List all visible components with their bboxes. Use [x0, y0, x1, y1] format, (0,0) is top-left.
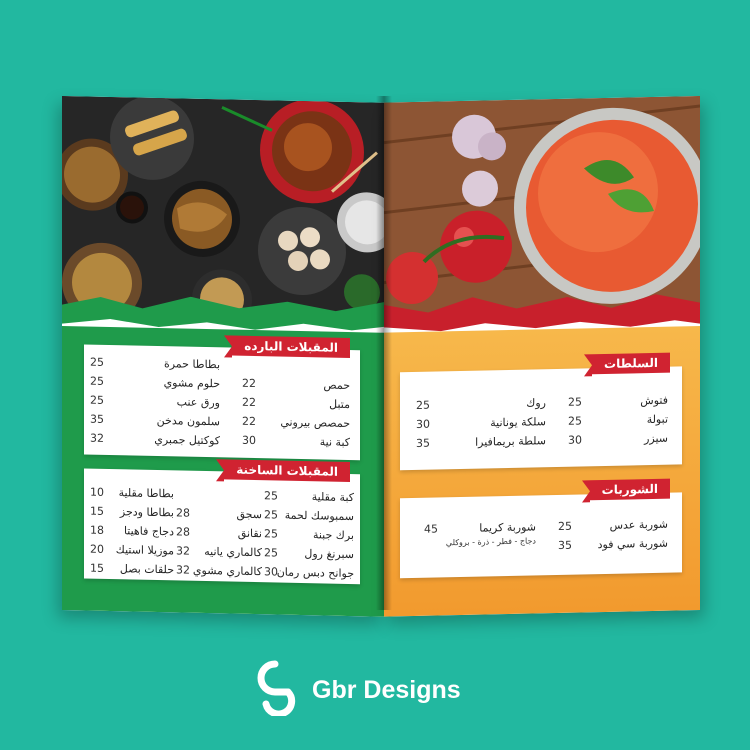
- menu-item: بطاطا مقلية 10: [90, 485, 174, 501]
- cold-appetizers-title: المقبلات البارده: [232, 335, 350, 359]
- soups-title: الشوربات: [589, 478, 670, 501]
- menu-item: شوربة كريما 45: [424, 520, 536, 536]
- menu-item: [176, 484, 262, 505]
- menu-item: سمبوسك لحمة 25: [264, 508, 354, 524]
- menu-item: حمصص بيروني 22: [242, 414, 350, 431]
- cold-appetizers-col1: حمص 22 متبل 22 حمصص بيروني 22 كبة نية 30: [242, 374, 350, 452]
- soup-options-note: دجاج - فطر - ذرة - بروكلي: [445, 536, 536, 548]
- menu-book: المقبلات البارده حمص 22 متبل 22 حمصص بيرون…: [62, 96, 700, 617]
- menu-item: كالماري يانيه 32: [176, 544, 262, 560]
- menu-item: شوربة عدس 25: [558, 517, 668, 533]
- menu-item: جوانح دبس رمان 30: [264, 565, 354, 581]
- menu-item: كالماري مشوي 32: [176, 563, 262, 579]
- menu-item: تبولة 25: [568, 412, 668, 428]
- soups-col2: شوربة كريما 45 دجاج - فطر - ذرة - بروكلي: [424, 517, 536, 547]
- food-photo-right: [384, 96, 700, 325]
- brand-name: Gbr Designs: [312, 676, 461, 704]
- hot-appetizers-card: المقبلات الساخنة كبة مقلية 25 سمبوسك لحمة…: [84, 459, 360, 585]
- menu-item: سبرنغ رول 25: [264, 546, 354, 562]
- menu-item: كبة نية 30: [242, 433, 350, 450]
- menu-item: حمص 22: [242, 376, 350, 393]
- asian-dishes-illustration: [62, 96, 384, 325]
- food-photo-left: [62, 96, 384, 325]
- gbr-logo-icon: [257, 660, 296, 716]
- menu-item: موزيلا استيك 20: [90, 542, 174, 558]
- menu-item: سجق 28: [176, 506, 262, 522]
- menu-item: برك جبنة 25: [264, 527, 354, 543]
- left-page: المقبلات البارده حمص 22 متبل 22 حمصص بيرون…: [62, 96, 384, 617]
- hot-appetizers-col3: بطاطا مقلية 10 بطاطا ودجز 15 دجاج فاهيتا 18…: [90, 483, 174, 580]
- menu-item: حلقات بصل 15: [90, 561, 174, 577]
- cold-appetizers-col2: بطاطا حمرة 25 حلوم مشوي 25 ورق عنب 25 سلمون…: [90, 353, 220, 451]
- menu-item: كوكتيل جمبري 32: [90, 431, 220, 448]
- salads-col1: فتوش 25 تبولة 25 سيزر 30: [568, 391, 668, 450]
- menu-item: سلطة بريمافيرا 35: [416, 434, 546, 450]
- tomato-soup-illustration: [384, 96, 700, 325]
- menu-item: فتوش 25: [568, 393, 668, 409]
- salads-col2: روك 25 سلكة يونانية 30 سلطة بريمافيرا 35: [416, 393, 546, 453]
- cold-appetizers-card: المقبلات البارده حمص 22 متبل 22 حمصص بيرون…: [84, 335, 360, 461]
- menu-item: دجاج فاهيتا 18: [90, 523, 174, 539]
- soups-card: الشوربات شوربة عدس 25 شوربة سي فود 35 شورب…: [400, 478, 682, 579]
- hot-appetizers-title: المقبلات الساخنة: [224, 459, 350, 483]
- menu-item: بطاطا ودجز 15: [90, 504, 174, 520]
- soups-col1: شوربة عدس 25 شوربة سي فود 35: [558, 515, 668, 555]
- salads-title: السلطات: [592, 352, 670, 375]
- hot-appetizers-col2: سجق 28 نقانق 28 كالماري يانيه 32 كالماري مش…: [176, 484, 262, 581]
- menu-item: شوربة سي فود 35: [558, 536, 668, 552]
- menu-item: كبة مقلية 25: [264, 489, 354, 505]
- right-page: السلطات فتوش 25 تبولة 25 سيزر 30 روك 25 سلكة…: [384, 96, 700, 617]
- menu-item: سيزر 30: [568, 431, 668, 447]
- menu-item: متبل 22: [242, 395, 350, 412]
- salads-card: السلطات فتوش 25 تبولة 25 سيزر 30 روك 25 سلكة…: [400, 352, 682, 471]
- menu-item: نقانق 28: [176, 525, 262, 541]
- hot-appetizers-col1: كبة مقلية 25 سمبوسك لحمة 25 برك جبنة 25 سبر…: [264, 486, 354, 583]
